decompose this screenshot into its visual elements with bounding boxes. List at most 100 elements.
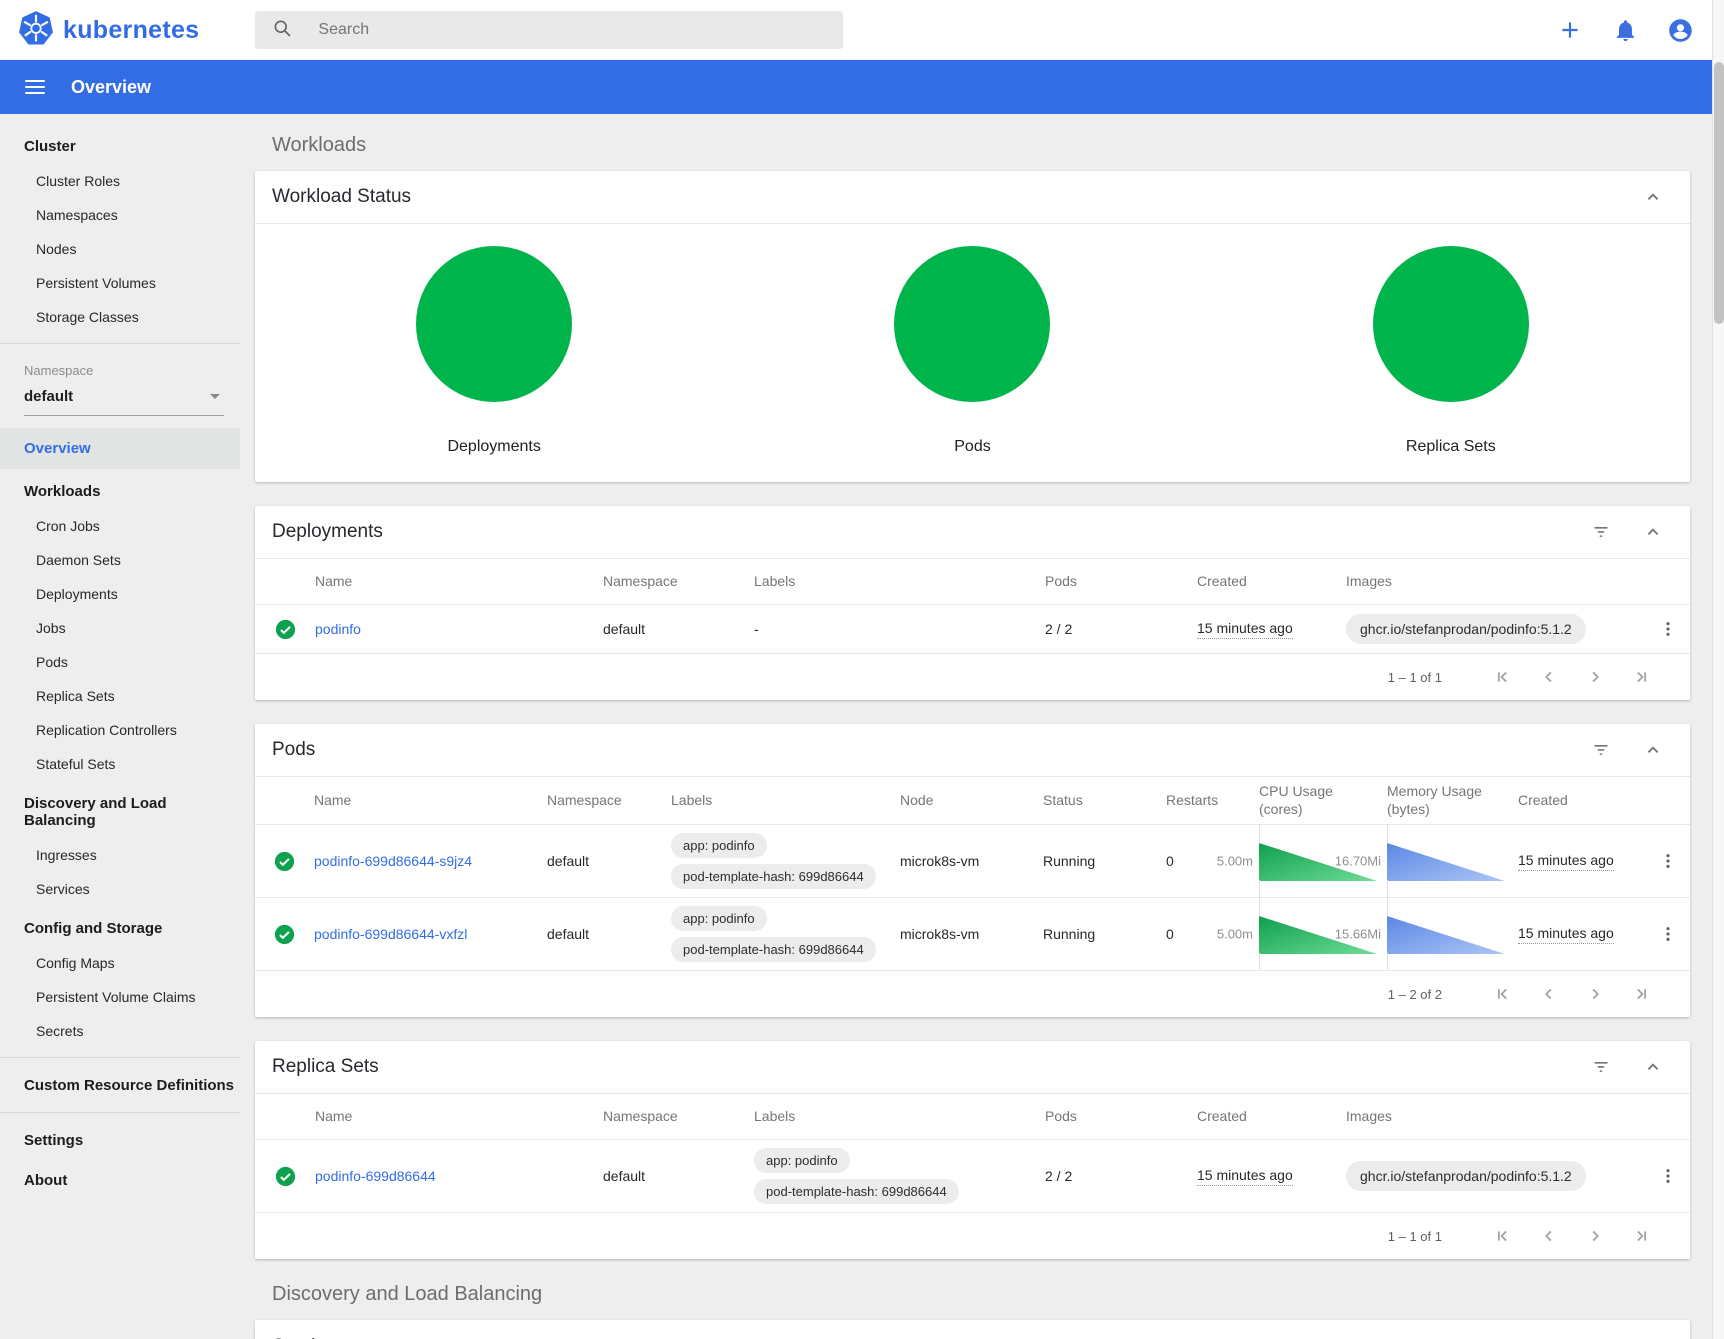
collapse-up-icon[interactable] (1639, 736, 1667, 764)
sidebar-item-storage-classes[interactable]: Storage Classes (0, 300, 240, 334)
pod-name-link[interactable]: podinfo-699d86644-s9jz4 (314, 853, 472, 869)
last-page-icon[interactable] (1630, 1225, 1652, 1247)
discovery-section-heading: Discovery and Load Balancing (255, 1283, 1690, 1306)
pods-table-header: Name Namespace Labels Node Status Restar… (255, 777, 1690, 825)
create-resource-button[interactable] (1556, 16, 1584, 44)
sidebar-item-settings[interactable]: Settings (0, 1122, 240, 1158)
column-header-namespace: Namespace (603, 573, 754, 591)
sidebar: Cluster Cluster Roles Namespaces Nodes P… (0, 114, 240, 1339)
deployment-created: 15 minutes ago (1197, 619, 1293, 639)
sidebar-item-stateful-sets[interactable]: Stateful Sets (0, 747, 240, 781)
deployments-table-header: Name Namespace Labels Pods Created Image… (255, 559, 1690, 605)
column-header-pods: Pods (1045, 1108, 1197, 1126)
sidebar-item-replication-controllers[interactable]: Replication Controllers (0, 713, 240, 747)
pods-title: Pods (272, 739, 1587, 761)
replica-sets-card: Replica Sets Name Namespace Labels (255, 1041, 1690, 1259)
topbar-actions (1556, 16, 1724, 44)
filter-list-icon[interactable] (1587, 736, 1615, 764)
memory-usage-value: 16.70Mi (1335, 854, 1381, 869)
namespace-select[interactable]: default (24, 382, 224, 416)
last-page-icon[interactable] (1630, 666, 1652, 688)
sidebar-item-custom-resource-definitions[interactable]: Custom Resource Definitions (0, 1067, 240, 1103)
sidebar-item-overview[interactable]: Overview (0, 428, 240, 469)
deployment-name-link[interactable]: podinfo (315, 621, 361, 637)
kebab-menu-icon[interactable] (1646, 619, 1690, 639)
prev-page-icon[interactable] (1538, 666, 1560, 688)
first-page-icon[interactable] (1492, 666, 1514, 688)
table-row: podinfo-699d86644-s9jz4 default app: pod… (255, 825, 1690, 898)
sidebar-item-replica-sets[interactable]: Replica Sets (0, 679, 240, 713)
next-page-icon[interactable] (1584, 666, 1606, 688)
replica-sets-pie-label: Replica Sets (1406, 438, 1496, 456)
kebab-menu-icon[interactable] (1646, 924, 1690, 944)
sidebar-item-secrets[interactable]: Secrets (0, 1014, 240, 1048)
prev-page-icon[interactable] (1538, 1225, 1560, 1247)
menu-hamburger-icon[interactable] (25, 80, 45, 94)
kubernetes-home-link[interactable]: kubernetes (18, 10, 199, 51)
workload-status-card: Workload Status Deployments Pods (255, 171, 1690, 482)
column-header-created: Created (1197, 573, 1346, 591)
pod-status: Running (1043, 926, 1166, 942)
search-input[interactable] (318, 21, 826, 39)
sidebar-header-cluster: Cluster (0, 128, 240, 164)
sidebar-item-about[interactable]: About (0, 1162, 240, 1198)
sidebar-item-namespaces[interactable]: Namespaces (0, 198, 240, 232)
table-row: podinfo-699d86644 default app: podinfo p… (255, 1140, 1690, 1213)
collapse-up-icon[interactable] (1639, 518, 1667, 546)
pod-node: microk8s-vm (900, 853, 1043, 869)
deployment-labels: - (754, 621, 1045, 637)
filter-list-icon[interactable] (1587, 518, 1615, 546)
deployment-pods: 2 / 2 (1045, 621, 1197, 637)
sidebar-item-persistent-volumes[interactable]: Persistent Volumes (0, 266, 240, 300)
cpu-usage-value: 5.00m (1217, 854, 1253, 869)
account-circle-icon[interactable] (1666, 16, 1694, 44)
sidebar-item-cron-jobs[interactable]: Cron Jobs (0, 509, 240, 543)
filter-list-icon[interactable] (1587, 1053, 1615, 1081)
sidebar-header-discovery: Discovery and Load Balancing (0, 785, 240, 838)
check-circle-icon (255, 924, 314, 945)
sidebar-item-deployments[interactable]: Deployments (0, 577, 240, 611)
first-page-icon[interactable] (1492, 983, 1514, 1005)
collapse-up-icon[interactable] (1639, 1333, 1667, 1339)
sidebar-item-pods[interactable]: Pods (0, 645, 240, 679)
sidebar-item-config-maps[interactable]: Config Maps (0, 946, 240, 980)
appbar: Overview (0, 60, 1724, 114)
filter-list-icon[interactable] (1587, 1333, 1615, 1339)
deployment-namespace: default (603, 621, 754, 637)
prev-page-icon[interactable] (1538, 983, 1560, 1005)
label-chip: app: podinfo (671, 906, 767, 931)
sidebar-divider (0, 1057, 240, 1058)
pods-pie-label: Pods (954, 438, 990, 456)
pod-namespace: default (547, 853, 671, 869)
page-scrollbar[interactable] (1712, 0, 1724, 1339)
replica-sets-pagination: 1 – 1 of 1 (255, 1213, 1690, 1259)
last-page-icon[interactable] (1630, 983, 1652, 1005)
sidebar-item-services[interactable]: Services (0, 872, 240, 906)
namespace-selected-value: default (24, 388, 73, 405)
pods-pie-chart: Pods (733, 246, 1211, 456)
scrollbar-thumb[interactable] (1714, 62, 1724, 324)
sidebar-item-cluster-roles[interactable]: Cluster Roles (0, 164, 240, 198)
sidebar-item-daemon-sets[interactable]: Daemon Sets (0, 543, 240, 577)
kebab-menu-icon[interactable] (1646, 851, 1690, 871)
column-header-images: Images (1346, 1108, 1646, 1126)
chevron-down-icon (210, 394, 220, 399)
sidebar-item-jobs[interactable]: Jobs (0, 611, 240, 645)
sidebar-item-ingresses[interactable]: Ingresses (0, 838, 240, 872)
sidebar-item-nodes[interactable]: Nodes (0, 232, 240, 266)
cpu-usage-value: 5.00m (1217, 927, 1253, 942)
replica-set-image-chip: ghcr.io/stefanprodan/podinfo:5.1.2 (1346, 1161, 1586, 1191)
search-bar[interactable] (255, 11, 843, 49)
replica-set-name-link[interactable]: podinfo-699d86644 (315, 1168, 436, 1184)
next-page-icon[interactable] (1584, 983, 1606, 1005)
collapse-up-icon[interactable] (1639, 1053, 1667, 1081)
table-row: podinfo default - 2 / 2 15 minutes ago g… (255, 605, 1690, 654)
collapse-up-icon[interactable] (1639, 183, 1667, 211)
next-page-icon[interactable] (1584, 1225, 1606, 1247)
sidebar-item-persistent-volume-claims[interactable]: Persistent Volume Claims (0, 980, 240, 1014)
pod-name-link[interactable]: podinfo-699d86644-vxfzl (314, 926, 467, 942)
replica-set-namespace: default (603, 1168, 754, 1184)
kebab-menu-icon[interactable] (1646, 1166, 1690, 1186)
notifications-bell-icon[interactable] (1611, 16, 1639, 44)
first-page-icon[interactable] (1492, 1225, 1514, 1247)
